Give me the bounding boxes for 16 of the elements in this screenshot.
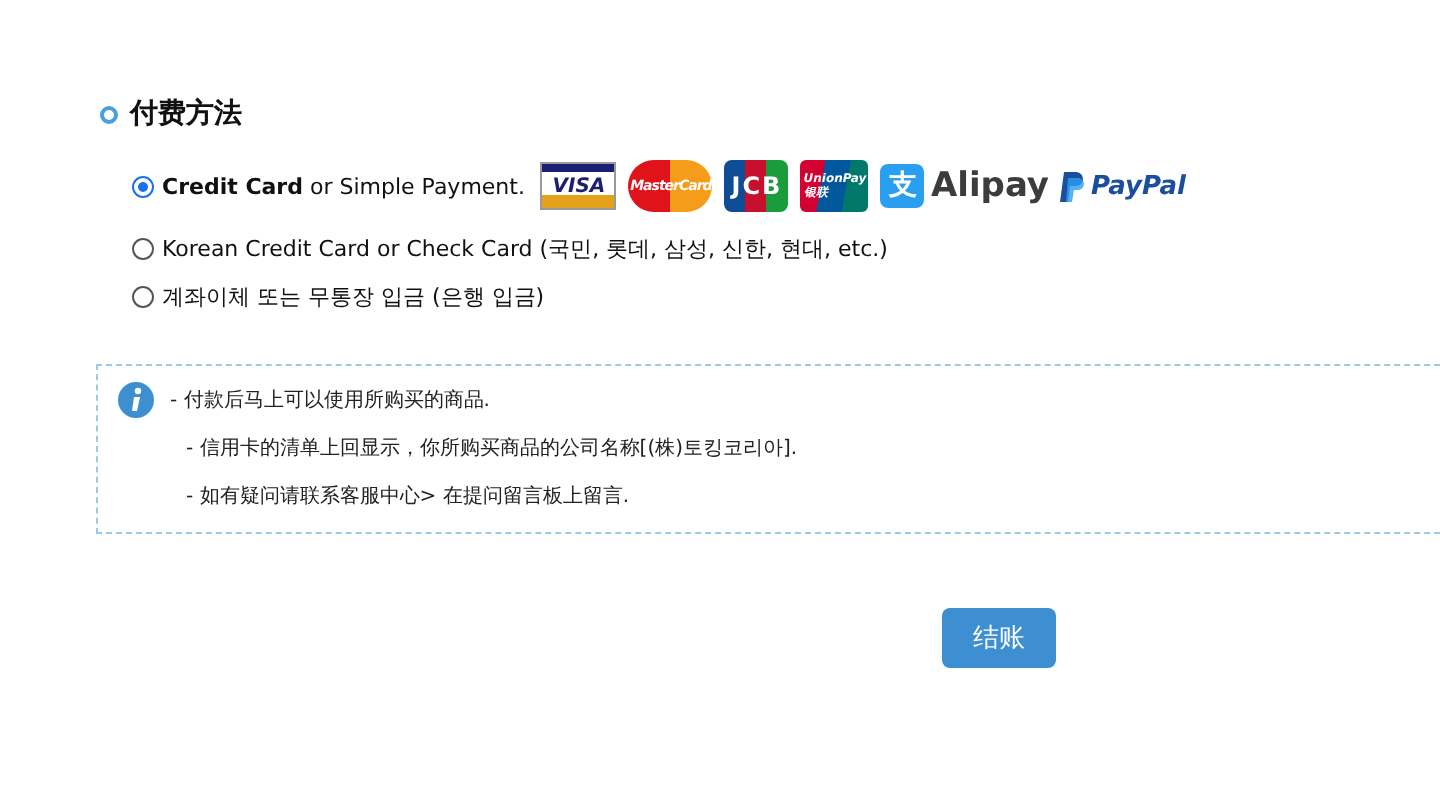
radio-button[interactable] <box>132 285 154 307</box>
option-label: Credit Card or Simple Payment. <box>162 173 525 199</box>
notice-text: - 信用卡的清单上回显示，你所购买商品的公司名称[(株)토킹코리아]. <box>184 435 798 464</box>
checkout-button[interactable]: 结账 <box>942 608 1056 668</box>
info-icon <box>118 382 154 418</box>
visa-logo: VISA <box>540 162 617 210</box>
paypal-logo: PayPal <box>1060 171 1186 201</box>
option-label: Korean Credit Card or Check Card (국민, 롯데, 삼성, 신한, 현대, etc.) <box>162 233 888 263</box>
section-title: 付费方法 <box>130 96 242 132</box>
radio-button[interactable] <box>132 175 154 197</box>
option-label: 계좌이체 또는 무통장 입금 (은행 입금) <box>162 281 545 311</box>
alipay-logo: 支 Alipay <box>880 164 1049 208</box>
notice-text: - 付款后马上可以使用所购买的商品. <box>170 387 492 416</box>
bullet-icon <box>100 105 118 123</box>
radio-button[interactable] <box>132 237 154 259</box>
notice-text: - 如有疑问请联系客服中心> 在提问留言板上留言. <box>184 483 632 512</box>
